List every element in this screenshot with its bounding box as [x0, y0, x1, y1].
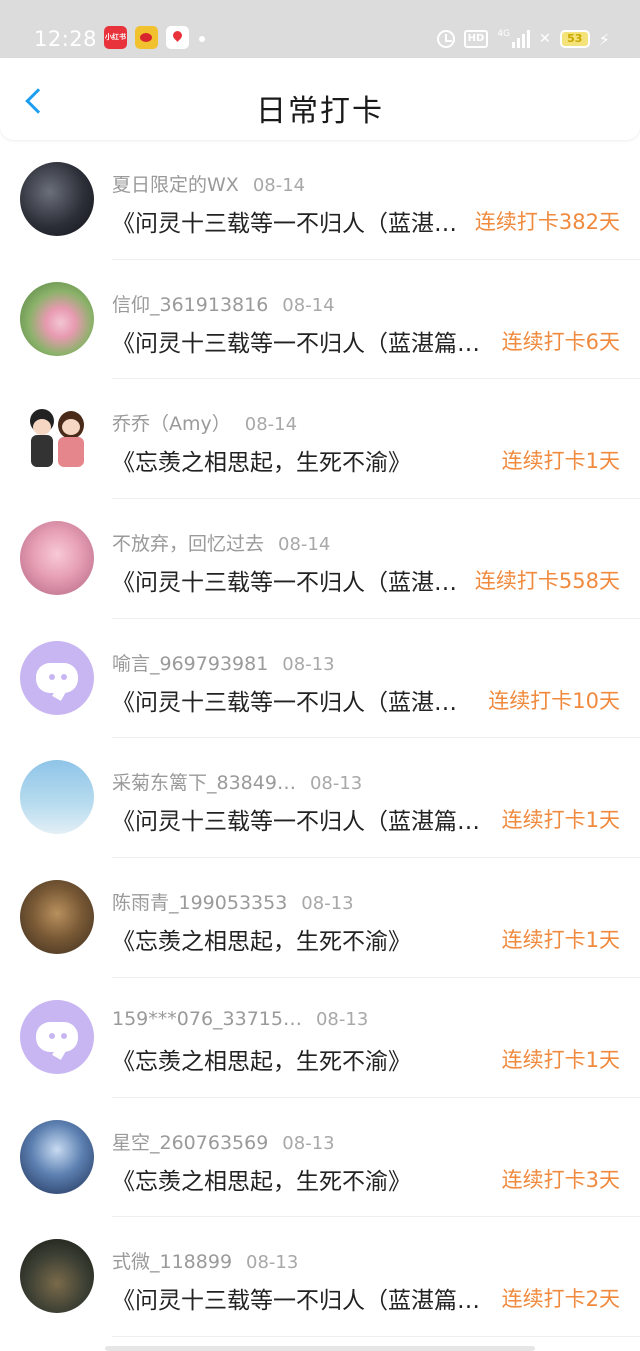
user-info: 星空_260763569 08-13 [112, 1128, 335, 1155]
list-item[interactable]: 陈雨青_199053353 08-13 连续打卡1天 《忘羡之相思起，生死不渝》 [0, 858, 640, 978]
book-title[interactable]: 《忘羡之相思起，生死不渝》 [112, 1042, 411, 1076]
signal-icon: 4G [497, 29, 531, 48]
user-info: 陈雨青_199053353 08-13 [112, 888, 354, 915]
list-item[interactable]: 喻言_969793981 08-13 连续打卡10天 《问灵十三载等一不归人（蓝湛… [0, 619, 640, 739]
user-name[interactable]: 式微_118899 [112, 1251, 232, 1273]
streak-label: 连续打卡1天 [501, 449, 620, 474]
avatar[interactable] [20, 401, 94, 476]
user-info: 采菊东篱下_83849… 08-13 [112, 768, 362, 795]
list-item[interactable]: 信仰_361913816 08-14 连续打卡6天 《问灵十三载等一不归人（蓝湛篇… [0, 260, 640, 380]
avatar[interactable] [20, 1119, 94, 1194]
user-info: 159***076_33715… 08-13 [112, 1008, 368, 1030]
notification-dot-icon [199, 36, 205, 42]
checkin-date: 08-13 [282, 1132, 335, 1154]
checkin-date: 08-14 [244, 414, 298, 436]
streak-label: 连续打卡3天 [501, 1167, 620, 1192]
book-title[interactable]: 《忘羡之相思起，生死不渝》 [112, 1162, 411, 1196]
user-info: 乔乔（Amy） 08-14 [112, 409, 297, 436]
checkin-date: 08-14 [278, 534, 331, 556]
list-item[interactable]: 乔乔（Amy） 08-14 连续打卡1天 《忘羡之相思起，生死不渝》 [0, 379, 640, 500]
user-name[interactable]: 采菊东篱下_83849… [112, 772, 296, 794]
avatar[interactable] [20, 999, 94, 1074]
list-item[interactable]: 采菊东篱下_83849… 08-13 连续打卡1天 《问灵十三载等一不归人（蓝湛篇… [0, 738, 640, 859]
user-name[interactable]: 喻言_969793981 [112, 653, 268, 675]
network-type: 4G [497, 29, 511, 39]
user-info: 式微_118899 08-13 [112, 1247, 298, 1274]
avatar[interactable] [20, 281, 94, 356]
page-title: 日常打卡 [256, 94, 384, 129]
list-item[interactable]: 夏日限定的WX 08-14 连续打卡382天 《问灵十三载等一不归人（蓝湛… [0, 140, 640, 260]
user-info: 信仰_361913816 08-14 [112, 290, 335, 317]
user-info: 不放弃，回忆过去 08-14 [112, 529, 330, 556]
user-name[interactable]: 陈雨青_199053353 [112, 892, 287, 914]
avatar[interactable] [20, 880, 94, 955]
checkin-date: 08-13 [309, 773, 363, 795]
streak-label: 连续打卡1天 [501, 1047, 620, 1072]
scroll-indicator [105, 1346, 535, 1351]
book-title[interactable]: 《问灵十三载等一不归人（蓝湛篇… [112, 1281, 480, 1315]
checkin-date: 08-14 [282, 294, 335, 316]
user-name[interactable]: 乔乔（Amy） [112, 413, 231, 435]
checkin-date: 08-13 [282, 653, 335, 675]
checkin-date: 08-13 [301, 893, 354, 915]
map-icon [166, 26, 189, 49]
user-name[interactable]: 信仰_361913816 [112, 294, 268, 316]
list-item[interactable]: 不放弃，回忆过去 08-14 连续打卡558天 《问灵十三载等一不归人（蓝湛… [0, 499, 640, 619]
checkin-date: 08-14 [252, 175, 306, 196]
book-title[interactable]: 《问灵十三载等一不归人（蓝湛篇… [112, 802, 480, 836]
user-name[interactable]: 不放弃，回忆过去 [112, 533, 264, 555]
book-title[interactable]: 《问灵十三载等一不归人（蓝湛… [112, 204, 457, 238]
book-title[interactable]: 《忘羡之相思起，生死不渝》 [112, 443, 411, 477]
streak-label: 连续打卡382天 [474, 210, 620, 234]
list-item[interactable]: 159***076_33715… 08-13 连续打卡1天 《忘羡之相思起，生死不渝》 [0, 978, 640, 1098]
checkin-date: 08-13 [315, 1008, 369, 1030]
avatar[interactable] [20, 521, 94, 596]
weibo-icon [135, 26, 158, 49]
book-title[interactable]: 《忘羡之相思起，生死不渝》 [112, 922, 411, 956]
user-name[interactable]: 星空_260763569 [112, 1132, 268, 1154]
streak-label: 连续打卡558天 [474, 569, 620, 594]
list-item[interactable]: 星空_260763569 08-13 连续打卡3天 《忘羡之相思起，生死不渝》 [0, 1098, 640, 1218]
list-item[interactable]: 式微_118899 08-13 连续打卡2天 《问灵十三载等一不归人（蓝湛篇… [0, 1217, 640, 1337]
book-title[interactable]: 《问灵十三载等一不归人（蓝湛… [112, 563, 457, 597]
status-bar: 12:28 小红书 HD 4G ✕ 53 ⚡ [0, 0, 640, 58]
book-title[interactable]: 《问灵十三载等一不归人（蓝湛… [112, 683, 457, 717]
avatar[interactable] [20, 760, 94, 835]
book-title[interactable]: 《问灵十三载等一不归人（蓝湛篇… [112, 324, 480, 358]
checkin-list: 夏日限定的WX 08-14 连续打卡382天 《问灵十三载等一不归人（蓝湛… 信仰_36… [0, 140, 640, 1337]
avatar[interactable] [20, 162, 94, 236]
streak-label: 连续打卡2天 [501, 1287, 620, 1312]
status-time: 12:28 [34, 27, 98, 51]
divider [112, 1335, 640, 1337]
user-info: 喻言_969793981 08-13 [112, 649, 335, 676]
alarm-icon [436, 30, 455, 48]
streak-label: 连续打卡10天 [488, 688, 620, 713]
user-info: 夏日限定的WX 08-14 [112, 170, 305, 197]
no-signal-icon: ✕ [539, 31, 551, 47]
nav-header: 日常打卡 [0, 58, 640, 140]
hd-icon: HD [463, 30, 489, 48]
user-name[interactable]: 夏日限定的WX [112, 174, 239, 196]
streak-label: 连续打卡6天 [501, 329, 620, 354]
avatar[interactable] [20, 1239, 94, 1314]
xiaohongshu-icon: 小红书 [104, 26, 127, 49]
status-indicators: HD 4G ✕ 53 ⚡ [436, 28, 610, 50]
checkin-date: 08-13 [246, 1252, 299, 1274]
battery-icon: 53 [559, 30, 590, 48]
streak-label: 连续打卡1天 [501, 808, 620, 833]
avatar[interactable] [20, 640, 94, 715]
charging-icon: ⚡ [598, 29, 610, 49]
streak-label: 连续打卡1天 [501, 928, 620, 953]
user-name[interactable]: 159***076_33715… [112, 1008, 302, 1030]
